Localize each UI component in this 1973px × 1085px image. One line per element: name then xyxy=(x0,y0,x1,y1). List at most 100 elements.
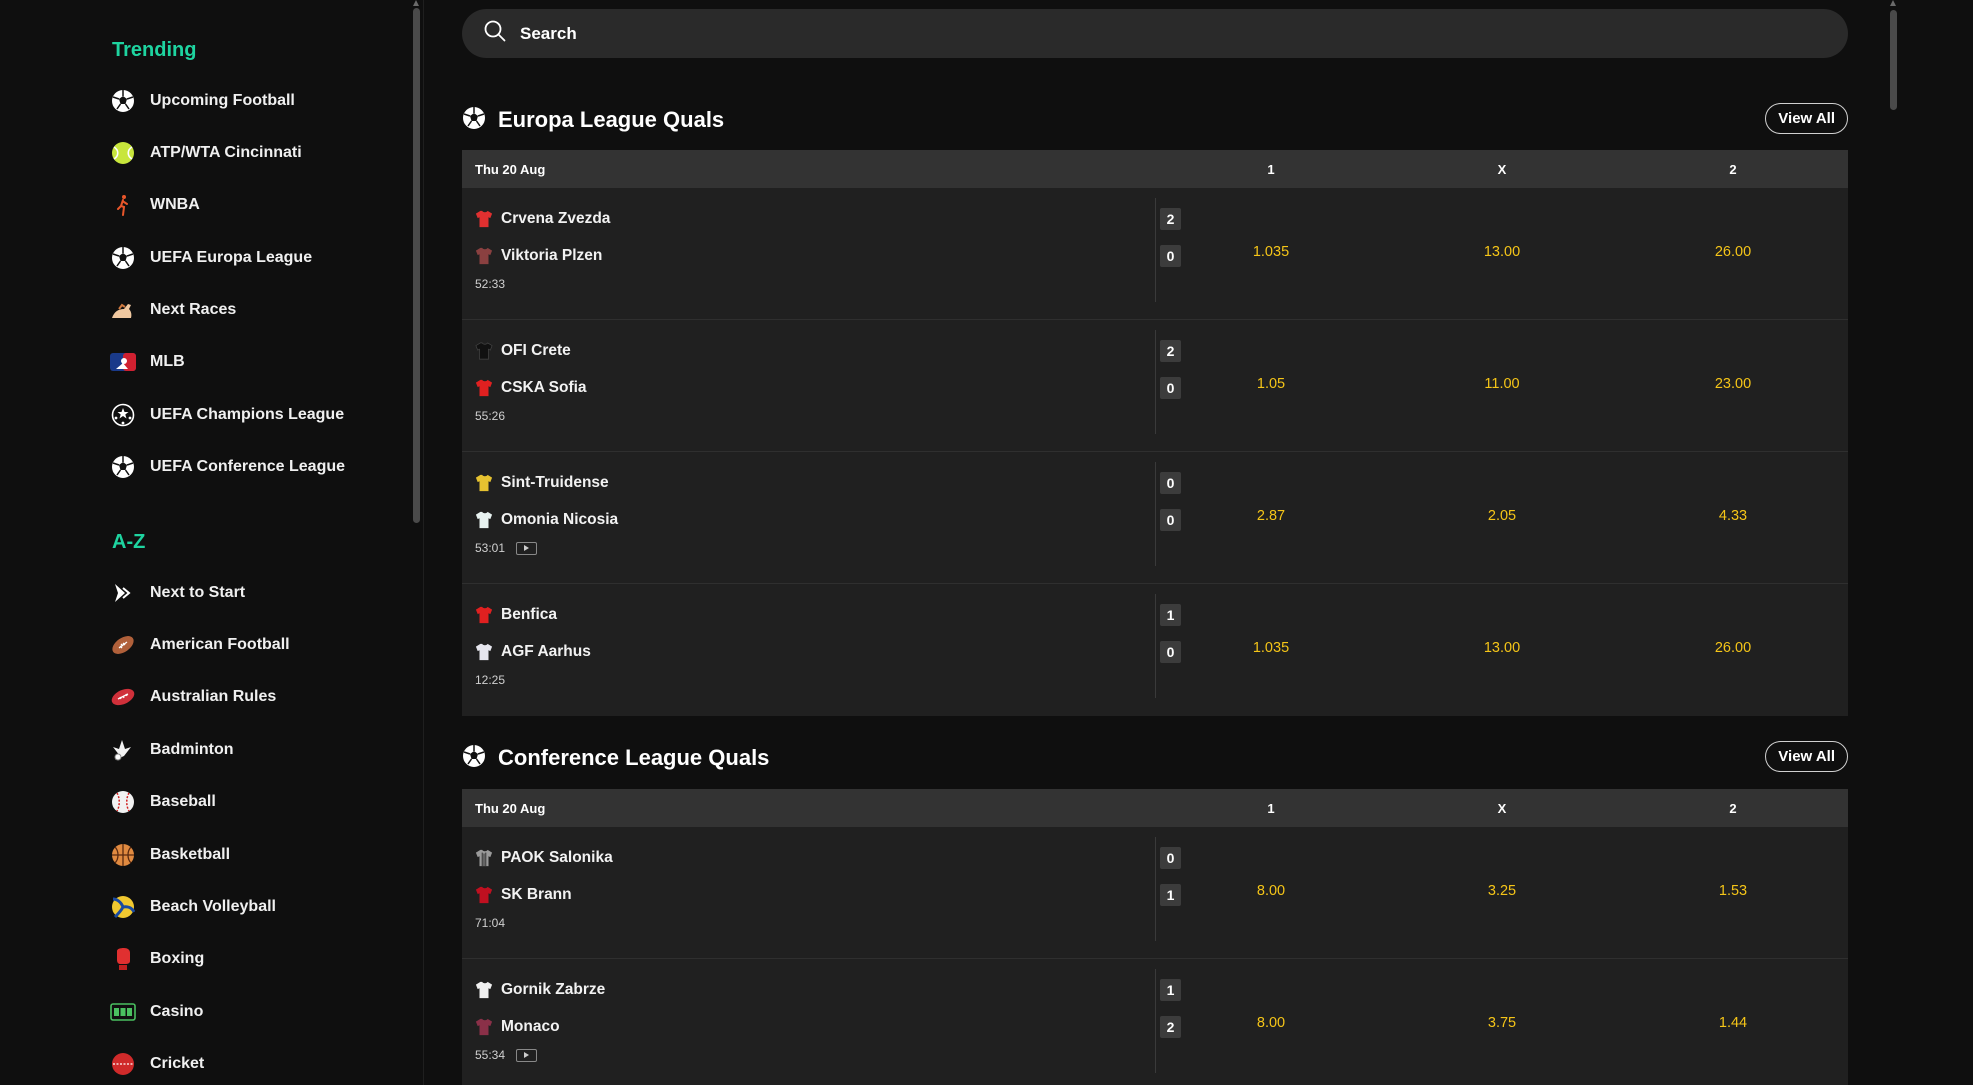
shuttlecock-icon xyxy=(110,737,136,763)
home-score: 2 xyxy=(1160,208,1181,230)
odds-away[interactable]: 1.53 xyxy=(1683,883,1783,899)
section-header-europa-league-quals: Europa League Quals View All xyxy=(462,103,1848,137)
sidebar-item-baseball[interactable]: Baseball xyxy=(110,782,216,822)
page-scroll-up-arrow[interactable] xyxy=(1890,0,1896,6)
soccer-ball-icon xyxy=(110,88,136,114)
view-all-button[interactable]: View All xyxy=(1765,103,1848,134)
away-shirt-icon xyxy=(475,379,493,397)
odds-away[interactable]: 26.00 xyxy=(1683,244,1783,260)
away-shirt-icon xyxy=(475,643,493,661)
live-stream-icon[interactable] xyxy=(516,541,538,555)
shirt-shape xyxy=(475,511,493,529)
home-team-name: Benfica xyxy=(501,606,557,623)
sidebar-item-mlb[interactable]: MLB xyxy=(110,342,185,382)
sidebar-item-label: MLB xyxy=(150,353,185,370)
search-bar[interactable] xyxy=(462,9,1848,58)
sidebar-item-casino[interactable]: Casino xyxy=(110,992,203,1032)
away-score: 2 xyxy=(1160,1016,1181,1038)
sidebar-item-label: UEFA Conference League xyxy=(150,458,346,475)
away-team: Omonia Nicosia xyxy=(475,509,618,531)
sidebar-scrollbar[interactable] xyxy=(413,8,420,523)
odds-home[interactable]: 1.05 xyxy=(1221,376,1321,392)
cricket-ball-icon xyxy=(110,1051,136,1077)
match-row[interactable]: OFI Crete 2 CSKA Sofia 0 55:26 1.05 11.0… xyxy=(462,320,1848,452)
sidebar-item-label: UEFA Champions League xyxy=(150,406,345,423)
sidebar-item-upcoming-football[interactable]: Upcoming Football xyxy=(110,81,295,121)
odds-away[interactable]: 4.33 xyxy=(1683,508,1783,524)
sidebar-item-label: Next to Start xyxy=(150,584,246,601)
sidebar-item-next-races[interactable]: Next Races xyxy=(110,290,236,330)
slot-machine-icon xyxy=(110,999,136,1025)
odds-home[interactable]: 1.035 xyxy=(1221,640,1321,656)
sidebar-item-label: Beach Volleyball xyxy=(150,898,276,915)
away-score: 0 xyxy=(1160,245,1181,267)
sidebar-item-label: UEFA Europa League xyxy=(150,249,313,266)
sidebar-item-american-football[interactable]: American Football xyxy=(110,625,290,665)
odds-draw[interactable]: 3.25 xyxy=(1452,883,1552,899)
volleyball-icon xyxy=(110,894,136,920)
odds-draw[interactable]: 11.00 xyxy=(1452,376,1552,392)
live-stream-icon[interactable] xyxy=(516,1048,538,1062)
match-time: 53:01 xyxy=(475,541,506,555)
away-team-name: Omonia Nicosia xyxy=(501,511,619,528)
odds-home[interactable]: 2.87 xyxy=(1221,508,1321,524)
away-team: AGF Aarhus xyxy=(475,641,591,663)
sidebar-item-uefa-champions-league[interactable]: UEFA Champions League xyxy=(110,395,344,435)
horse-racing-icon xyxy=(110,297,136,323)
away-team-name: Monaco xyxy=(501,1018,560,1035)
shirt-shape xyxy=(475,342,493,360)
match-row[interactable]: Crvena Zvezda 2 Viktoria Plzen 0 52:33 1… xyxy=(462,188,1848,320)
match-row[interactable]: PAOK Salonika 0 SK Brann 1 71:04 8.00 3.… xyxy=(462,827,1848,959)
odds-draw[interactable]: 2.05 xyxy=(1452,508,1552,524)
home-shirt-icon xyxy=(475,849,493,867)
sidebar-item-label: WNBA xyxy=(150,196,200,213)
sidebar-item-cricket[interactable]: Cricket xyxy=(110,1044,204,1084)
sidebar-item-label: ATP/WTA Cincinnati xyxy=(150,144,302,161)
sidebar-item-next-to-start[interactable]: Next to Start xyxy=(110,573,245,613)
sidebar-scroll-up-arrow[interactable] xyxy=(413,0,419,6)
odds-away[interactable]: 1.44 xyxy=(1683,1015,1783,1031)
section-title: Europa League Quals xyxy=(498,107,725,132)
home-shirt-icon xyxy=(475,981,493,999)
view-all-button[interactable]: View All xyxy=(1765,741,1848,772)
odds-draw[interactable]: 3.75 xyxy=(1452,1015,1552,1031)
odds-home[interactable]: 1.035 xyxy=(1221,244,1321,260)
sidebar-item-australian-rules[interactable]: Australian Rules xyxy=(110,677,276,717)
baseball-icon xyxy=(110,789,136,815)
sidebar-item-uefa-conference-league[interactable]: UEFA Conference League xyxy=(110,447,345,487)
divider xyxy=(1155,462,1156,566)
home-shirt-icon xyxy=(475,606,493,624)
sidebar-item-atp-wta-cincinnati[interactable]: ATP/WTA Cincinnati xyxy=(110,133,302,173)
odds-home[interactable]: 8.00 xyxy=(1221,883,1321,899)
sidebar-item-label: American Football xyxy=(150,636,290,653)
sidebar-item-badminton[interactable]: Badminton xyxy=(110,730,234,770)
match-row[interactable]: Benfica 1 AGF Aarhus 0 12:25 1.035 13.00… xyxy=(462,584,1848,716)
odds-away[interactable]: 23.00 xyxy=(1683,376,1783,392)
events-table: Thu 20 Aug 1 X 2 Crvena Zvezda 2 Viktori… xyxy=(462,150,1848,716)
sidebar-item-boxing[interactable]: Boxing xyxy=(110,939,204,979)
search-input[interactable] xyxy=(520,23,1720,44)
home-score: 1 xyxy=(1160,979,1181,1001)
odds-home[interactable]: 8.00 xyxy=(1221,1015,1321,1031)
sidebar-item-beach-volleyball[interactable]: Beach Volleyball xyxy=(110,887,276,927)
shirt-shape xyxy=(475,247,493,265)
odds-draw[interactable]: 13.00 xyxy=(1452,640,1552,656)
divider xyxy=(1155,594,1156,698)
page-scrollbar[interactable] xyxy=(1890,10,1897,110)
home-score: 1 xyxy=(1160,604,1181,626)
column-home: 1 xyxy=(1267,162,1275,177)
sidebar-item-basketball[interactable]: Basketball xyxy=(110,835,230,875)
match-row[interactable]: Gornik Zabrze 1 Monaco 2 55:34 8.00 3.75… xyxy=(462,959,1848,1085)
odds-draw[interactable]: 13.00 xyxy=(1452,244,1552,260)
match-row[interactable]: Sint-Truidense 0 Omonia Nicosia 0 53:01 … xyxy=(462,452,1848,584)
divider xyxy=(1155,330,1156,434)
section-title: Conference League Quals xyxy=(498,745,770,770)
away-team-name: CSKA Sofia xyxy=(501,379,587,396)
sidebar-item-wnba[interactable]: WNBA xyxy=(110,185,200,225)
sidebar-item-label: Casino xyxy=(150,1003,204,1020)
sidebar-item-label: Upcoming Football xyxy=(150,92,295,109)
sidebar-item-uefa-europa-league[interactable]: UEFA Europa League xyxy=(110,238,312,278)
odds-away[interactable]: 26.00 xyxy=(1683,640,1783,656)
away-score: 0 xyxy=(1160,509,1181,531)
match-time: 71:04 xyxy=(475,916,506,930)
